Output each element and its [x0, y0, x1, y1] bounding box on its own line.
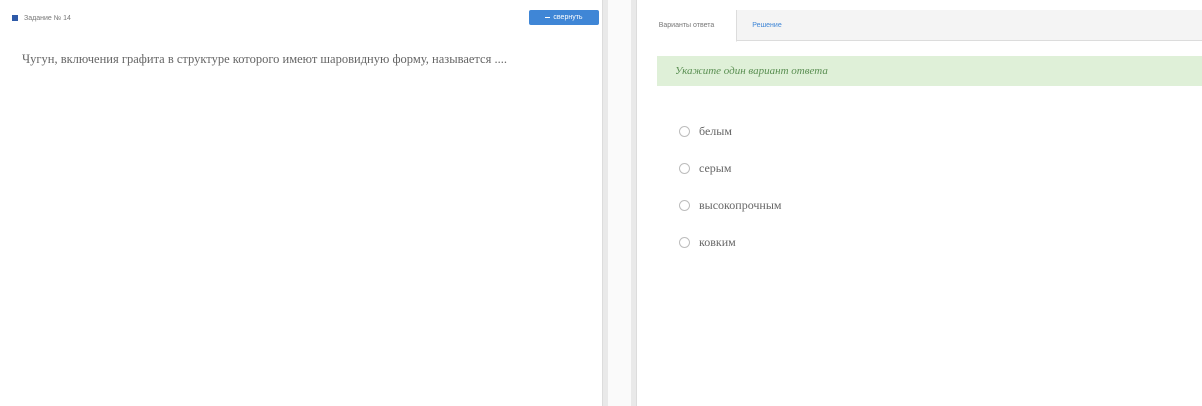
tab-solution[interactable]: Решение	[742, 10, 792, 40]
task-pane: Задание № 14 свернуть Чугун, включения г…	[0, 0, 602, 406]
collapse-button[interactable]: свернуть	[529, 10, 599, 25]
splitter-gap	[608, 0, 631, 406]
radio-button[interactable]	[679, 200, 690, 211]
instruction-notice: Укажите один вариант ответа	[657, 56, 1202, 86]
option-label: серым	[699, 161, 732, 175]
question-text: Чугун, включения графита в структуре кот…	[22, 52, 507, 66]
option-label: ковким	[699, 235, 736, 249]
task-header: Задание № 14	[12, 10, 71, 26]
option-label: белым	[699, 124, 732, 138]
option-4[interactable]: ковким	[679, 235, 736, 250]
radio-button[interactable]	[679, 163, 690, 174]
minus-icon	[545, 17, 551, 18]
radio-button[interactable]	[679, 237, 690, 248]
answer-pane: Варианты ответа Решение Укажите один вар…	[637, 0, 1202, 406]
option-1[interactable]: белым	[679, 124, 732, 139]
option-3[interactable]: высокопрочным	[679, 198, 782, 213]
tab-answer-options[interactable]: Варианты ответа	[637, 10, 737, 42]
radio-button[interactable]	[679, 126, 690, 137]
collapse-label: свернуть	[553, 14, 583, 21]
task-marker-icon	[12, 15, 18, 21]
task-title: Задание № 14	[24, 14, 71, 22]
answer-tabs: Варианты ответа Решение	[637, 10, 1202, 42]
option-label: высокопрочным	[699, 198, 782, 212]
option-2[interactable]: серым	[679, 161, 731, 176]
